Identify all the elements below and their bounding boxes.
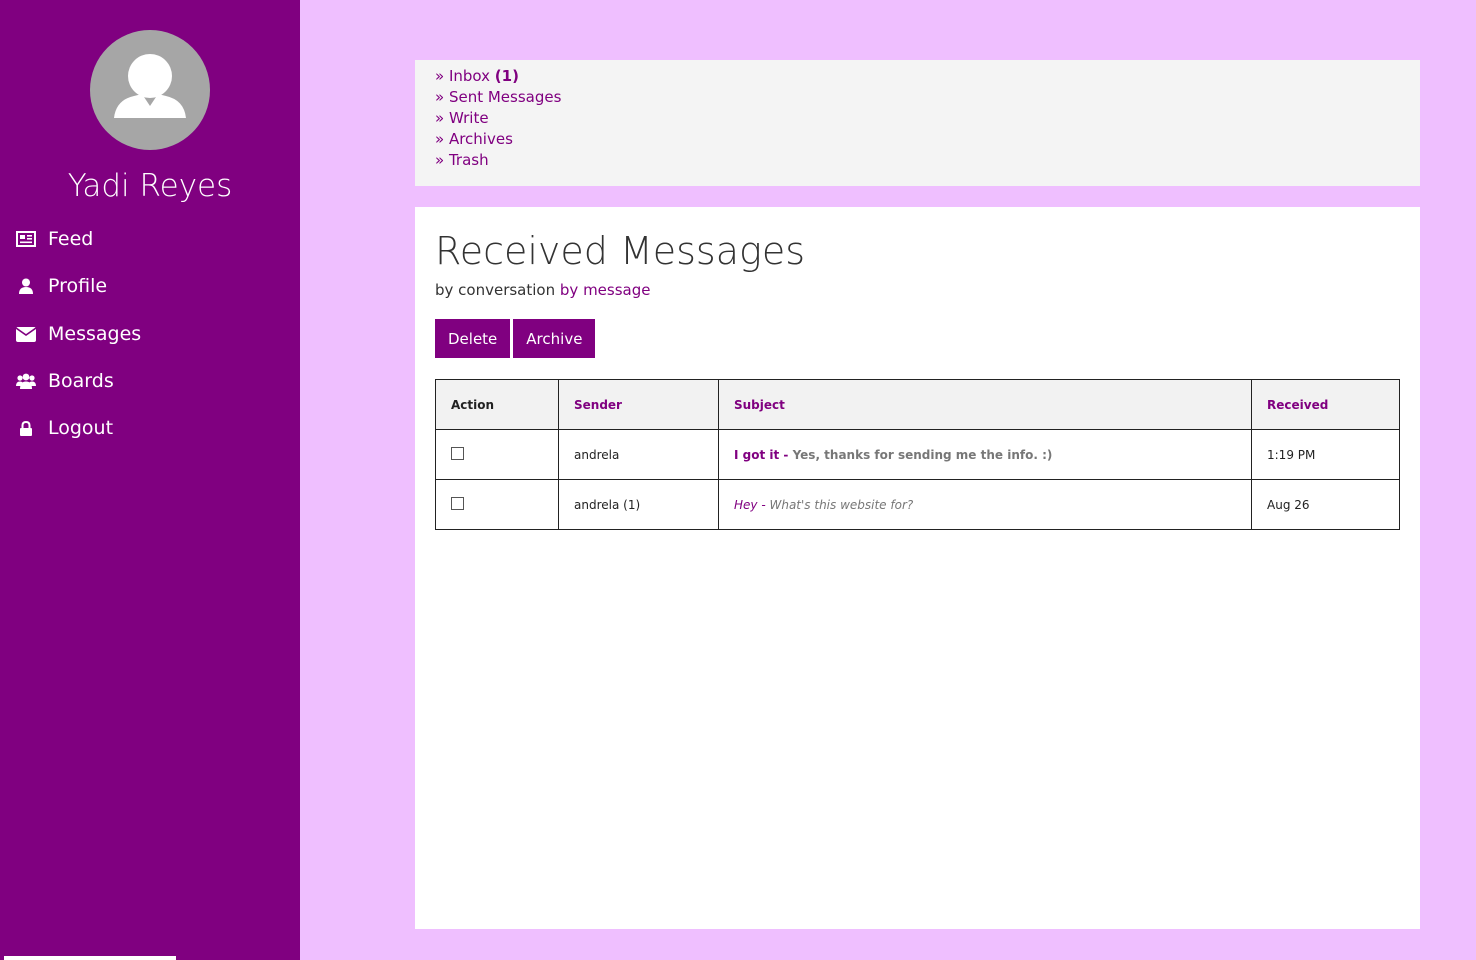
action-buttons: Delete Archive [435,319,1400,358]
avatar[interactable] [90,30,210,150]
header-received[interactable]: Received [1251,379,1400,430]
subject-cell[interactable]: Hey - What's this website for? [718,479,1252,530]
preview-text: Yes, thanks for sending me the info. :) [792,447,1053,462]
table-header-row: Action Sender Subject Received [435,379,1400,430]
preview-text: What's this website for? [769,497,914,512]
user-silhouette-icon [114,54,186,118]
view-by-conversation: by conversation [435,281,556,299]
delete-button[interactable]: Delete [435,319,511,358]
nav-item-boards[interactable]: Boards [16,366,114,396]
folder-write[interactable]: » Write [435,108,1400,129]
select-checkbox[interactable] [451,496,464,510]
archive-button[interactable]: Archive [513,319,596,358]
header-action: Action [435,379,559,430]
users-icon [16,371,36,391]
user-name: Yadi Reyes [67,168,233,204]
message-folders: » Inbox (1) » Sent Messages » Write » Ar… [415,60,1420,186]
messages-panel: Received Messages by conversation by mes… [415,207,1420,929]
nav-item-profile[interactable]: Profile [16,271,107,301]
action-cell [435,479,559,530]
nav-item-logout[interactable]: Logout [16,413,113,443]
envelope-icon [16,324,36,344]
newspaper-icon [16,229,36,249]
sender-cell: andrela (1) [558,479,719,530]
lock-icon [16,418,36,438]
page-title: Received Messages [435,229,805,273]
view-filter: by conversation by message [435,281,1400,299]
header-subject[interactable]: Subject [718,379,1252,430]
sender-cell: andrela [558,429,719,480]
user-icon [16,276,36,296]
nav-label-boards: Boards [48,370,114,392]
received-cell: Aug 26 [1251,479,1400,530]
nav-label-logout: Logout [48,417,114,439]
action-cell [435,429,559,480]
subject-text[interactable]: Hey - [734,498,769,512]
view-by-message-link[interactable]: by message [560,281,651,299]
horizontal-scrollbar[interactable] [4,956,176,960]
sidebar: Yadi Reyes Feed Profile Messages Boards … [0,0,300,960]
messages-table: Action Sender Subject Received andrela I… [435,379,1400,530]
nav-label-feed: Feed [48,228,94,250]
folder-sent[interactable]: » Sent Messages [435,87,1400,108]
received-cell: 1:19 PM [1251,429,1400,480]
nav-label-profile: Profile [48,275,108,297]
table-row: andrela I got it - Yes, thanks for sendi… [435,429,1400,480]
nav-label-messages: Messages [48,323,142,345]
folder-inbox-label: » Inbox [435,67,490,85]
folder-trash[interactable]: » Trash [435,150,1400,171]
table-row: andrela (1) Hey - What's this website fo… [435,479,1400,530]
header-sender[interactable]: Sender [558,379,719,430]
select-checkbox[interactable] [451,446,464,460]
subject-cell[interactable]: I got it - Yes, thanks for sending me th… [718,429,1252,480]
nav-item-messages[interactable]: Messages [16,319,141,349]
folder-inbox[interactable]: » Inbox (1) [435,66,1400,87]
folder-archives[interactable]: » Archives [435,129,1400,150]
nav-item-feed[interactable]: Feed [16,224,93,254]
subject-text[interactable]: I got it - [734,448,793,462]
inbox-count: (1) [494,67,519,85]
